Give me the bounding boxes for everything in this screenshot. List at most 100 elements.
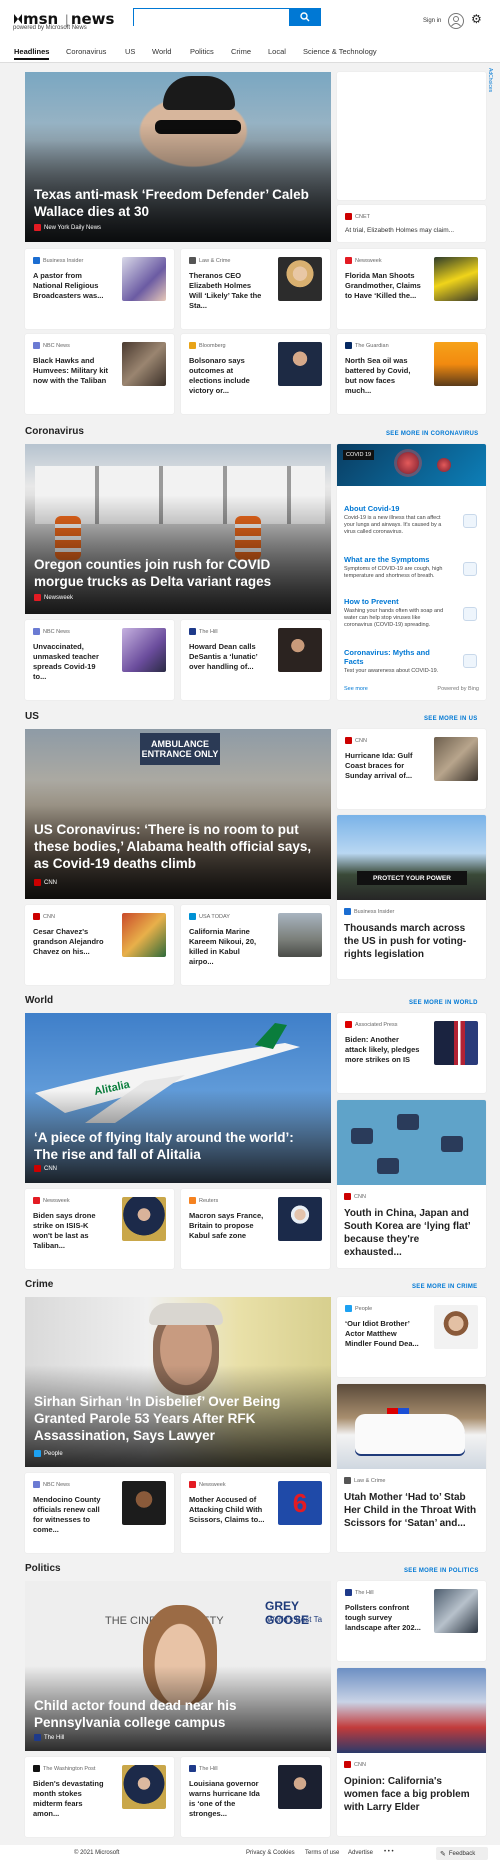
card-source: Associated Press [355,1021,398,1028]
card-title: Black Hawks and Humvees: Military kit no… [33,356,109,385]
news-card[interactable]: NBC News Black Hawks and Humvees: Milita… [25,334,174,414]
card-source: Bloomberg [199,342,226,349]
card-photo [337,1668,486,1753]
news-media-card[interactable]: Law & Crime Utah Mother ‘Had to’ Stab He… [337,1384,486,1552]
butterfly-icon [14,14,22,24]
cnn-icon [344,1761,351,1768]
feedback-button[interactable]: ✎ Feedback [436,1847,488,1860]
card-source: NBC News [43,1481,70,1488]
source-logo-icon [344,1477,351,1484]
tab-headlines[interactable]: Headlines [14,47,50,60]
see-more-politics-link[interactable]: SEE MORE IN POLITICS [404,1568,479,1574]
us-hero-card[interactable]: AMBULANCE ENTRANCE ONLY US Coronavirus: ‘… [25,729,331,899]
adchoices-label: AdChoices [487,68,493,93]
privacy-link[interactable]: Privacy & Cookies [246,1850,295,1856]
tab-politics[interactable]: Politics [190,47,214,56]
news-card[interactable]: Business Insider A pastor from National … [25,249,174,329]
card-title: Biden says drone strike on ISIS-K won't … [33,1211,96,1250]
hero-title: Sirhan Sirhan ‘In Disbelief’ Over Being … [34,1394,281,1443]
news-card[interactable]: The Hill Howard Dean calls DeSantis a ‘l… [181,620,330,700]
card-title: Biden's devastating month stokes midterm… [33,1779,104,1818]
news-media-card[interactable]: CNN Opinion: California's women face a b… [337,1668,486,1836]
covid-info-item[interactable]: How to Prevent Washing your hands often w… [344,597,449,629]
handwash-icon [463,607,477,621]
illustration-figure [441,1136,463,1152]
tab-science-technology[interactable]: Science & Technology [303,47,377,56]
covid-info-heading: How to Prevent [344,597,399,606]
see-more-coronavirus-link[interactable]: SEE MORE IN CORONAVIRUS [386,431,478,437]
tagline: powered by Microsoft News [13,25,87,31]
news-card[interactable]: Newsweek Mother Accused of Attacking Chi… [181,1473,330,1553]
see-more-us-link[interactable]: SEE MORE IN US [424,716,478,722]
covid-info-card: COVID 19 About Covid-19 Covid-19 is a new… [337,444,486,700]
more-options-icon[interactable]: • • • [384,1849,394,1855]
hero-title: Child actor found dead near his Pennsylv… [34,1698,237,1730]
news-card[interactable]: The Hill Pollsters confront tough survey… [337,1581,486,1661]
news-card[interactable]: NBC News Unvaccinated, unmasked teacher … [25,620,174,700]
see-more-crime-link[interactable]: SEE MORE IN CRIME [412,1284,477,1290]
newsweek-icon [33,1197,40,1204]
source-logo-icon [33,257,40,264]
gear-icon[interactable]: ⚙ [471,12,482,26]
police-car-shape [355,1414,465,1454]
section-title-world: World [25,995,54,1006]
tab-local[interactable]: Local [268,47,286,56]
news-card[interactable]: Newsweek Florida Man Shoots Grandmother,… [337,249,486,329]
news-card[interactable]: CNN Hurricane Ida: Gulf Coast braces for… [337,729,486,809]
covid-info-item[interactable]: What are the Symptoms Symptoms of COVID-1… [344,555,449,580]
covid-banner: COVID 19 [337,444,486,486]
card-source: CNN [355,737,367,744]
tab-crime[interactable]: Crime [231,47,251,56]
motel-sign-number: 6 [292,1487,308,1518]
advertise-link[interactable]: Advertise [348,1850,373,1856]
card-thumbnail: 6 [278,1481,322,1525]
news-card[interactable]: Reuters Macron says France, Britain to p… [181,1189,330,1269]
news-media-card[interactable]: CNN Youth in China, Japan and South Kore… [337,1100,486,1268]
hero-source-label: Newsweek [44,594,74,601]
news-card[interactable]: NBC News Mendocino County officials rene… [25,1473,174,1553]
news-card[interactable]: CNN Cesar Chavez's grandson Alejandro Ch… [25,905,174,985]
tab-coronavirus[interactable]: Coronavirus [66,47,106,56]
card-source: Law & Crime [344,1477,385,1484]
terms-link[interactable]: Terms of use [305,1850,339,1856]
hero-source: CNN [34,879,57,886]
card-title: Pollsters confront tough survey landscap… [345,1603,421,1632]
covid-see-more-link[interactable]: See more [344,686,368,692]
avatar-icon[interactable] [448,13,464,29]
signin-link[interactable]: Sign in [423,18,441,24]
news-card[interactable]: Law & Crime Theranos CEO Elizabeth Holme… [181,249,330,329]
news-card[interactable]: Associated Press Biden: Another attack l… [337,1013,486,1093]
nbc-icon [33,628,40,635]
tab-world[interactable]: World [152,47,171,56]
search-button[interactable] [289,8,321,26]
usatoday-icon [189,913,196,920]
illustration-figure [397,1114,419,1130]
news-media-card[interactable]: PROTECT YOUR POWER Business Insider Thou… [337,815,486,979]
tab-us[interactable]: US [125,47,135,56]
news-card[interactable]: People ‘Our Idiot Brother’ Actor Matthew… [337,1297,486,1377]
news-card[interactable]: The Hill Louisiana governor warns hurric… [181,1757,330,1837]
coronavirus-hero-card[interactable]: Oregon counties join rush for COVID morg… [25,444,331,614]
crime-hero-card[interactable]: Sirhan Sirhan ‘In Disbelief’ Over Being … [25,1297,331,1467]
news-card[interactable]: The Washington Post Biden's devastating … [25,1757,174,1837]
card-thumbnail [278,1765,322,1809]
news-card[interactable]: The Guardian North Sea oil was battered … [337,334,486,414]
news-card[interactable]: Bloomberg Bolsonaro says outcomes at ele… [181,334,330,414]
covid-info-item[interactable]: Coronavirus: Myths and Facts Test your aw… [344,648,449,675]
see-more-world-link[interactable]: SEE MORE IN WORLD [409,1000,478,1006]
covid-info-item[interactable]: About Covid-19 Covid-19 is a new illness … [344,504,449,536]
card-title: At trial, Elizabeth Holmes may claim... [345,227,455,234]
card-source: Newsweek [199,1481,226,1488]
hero-source: New York Daily News [34,224,101,231]
news-card[interactable]: USA TODAY California Marine Kareem Nikou… [181,905,330,985]
politics-hero-card[interactable]: THE CINEMA SOCIETY GREY GOOSE World's Be… [25,1581,331,1751]
card-source: The Hill [199,628,218,635]
feedback-label: Feedback [448,1850,476,1857]
hero-title: Oregon counties join rush for COVID morg… [34,557,272,589]
card-title: Louisiana governor warns hurricane Ida i… [189,1779,260,1818]
news-card[interactable]: Newsweek Biden says drone strike on ISIS… [25,1189,174,1269]
headline-hero-card[interactable]: Texas anti-mask ‘Freedom Defender’ Caleb… [25,72,331,242]
hero-source-label: The Hill [44,1734,65,1741]
ad-card-cnet[interactable]: CNET At trial, Elizabeth Holmes may clai… [337,205,486,242]
world-hero-card[interactable]: Alitalia ‘A piece of flying Italy around… [25,1013,331,1183]
